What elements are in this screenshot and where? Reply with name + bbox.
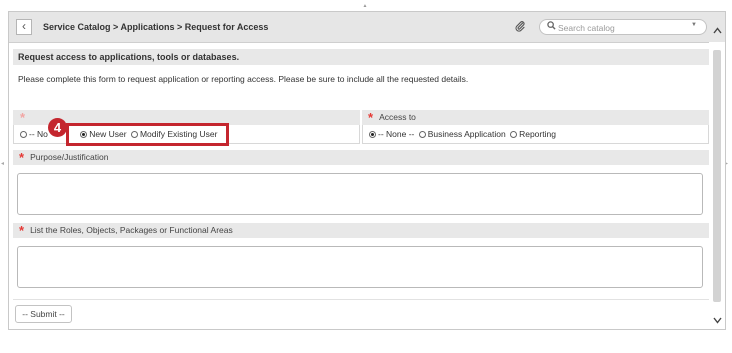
scroll-down-icon[interactable] (712, 317, 722, 327)
roles-textarea[interactable] (17, 246, 703, 288)
submit-area (13, 299, 709, 329)
back-button[interactable]: ‹ (16, 19, 32, 35)
required-asterisk-icon: * (368, 110, 374, 126)
access-to-label: Access to (379, 112, 416, 122)
radio-reporting-label: Reporting (519, 129, 556, 139)
step-highlight-box (66, 123, 229, 146)
radio-none-label: -- No (29, 129, 48, 139)
chevron-down-icon[interactable]: ▼ (691, 22, 697, 28)
paperclip-icon-graphic (515, 21, 525, 32)
required-asterisk-icon: * (20, 110, 26, 126)
radio-none[interactable] (20, 131, 27, 138)
form-intro-text: Please complete this form to request app… (18, 74, 469, 84)
search-input[interactable] (558, 22, 678, 33)
access-to-header: * Access to (362, 110, 709, 125)
catalog-item-frame: ‹ Service Catalog > Applications > Reque… (8, 11, 726, 330)
search-box[interactable]: ▼ (539, 19, 707, 35)
required-asterisk-icon: * (19, 223, 25, 239)
vertical-scrollbar[interactable] (709, 27, 725, 329)
submit-button[interactable]: -- Submit -- (15, 305, 72, 323)
roles-label: List the Roles, Objects, Packages or Fun… (30, 225, 233, 235)
form-content: Request access to applications, tools or… (9, 43, 709, 329)
radio-business-application[interactable] (418, 131, 426, 138)
step-number-badge: 4 (48, 118, 67, 137)
form-description-title: Request access to applications, tools or… (13, 49, 709, 65)
roles-header: * List the Roles, Objects, Packages or Fu… (13, 223, 709, 238)
radio-access-none[interactable] (369, 131, 376, 138)
scroll-up-icon[interactable] (712, 27, 722, 37)
required-asterisk-icon: * (19, 150, 25, 166)
purpose-textarea[interactable] (17, 173, 703, 215)
radio-business-application-label: Business Application (427, 129, 506, 139)
purpose-label: Purpose/Justification (30, 152, 109, 162)
breadcrumb: Service Catalog > Applications > Request… (43, 22, 269, 32)
radio-access-none-label: -- None -- (378, 129, 415, 139)
catalog-header: ‹ Service Catalog > Applications > Reque… (9, 12, 725, 43)
left-collapse-icon[interactable]: ◂ (1, 160, 4, 167)
radio-reporting[interactable] (510, 131, 518, 138)
purpose-header: * Purpose/Justification (13, 150, 709, 165)
scrollbar-thumb[interactable] (713, 50, 721, 302)
access-to-options: -- None -- Business Application Reportin… (362, 125, 709, 144)
search-icon (547, 21, 556, 31)
top-collapse-handle[interactable]: ▲ (362, 3, 368, 9)
paperclip-icon[interactable] (513, 20, 527, 34)
